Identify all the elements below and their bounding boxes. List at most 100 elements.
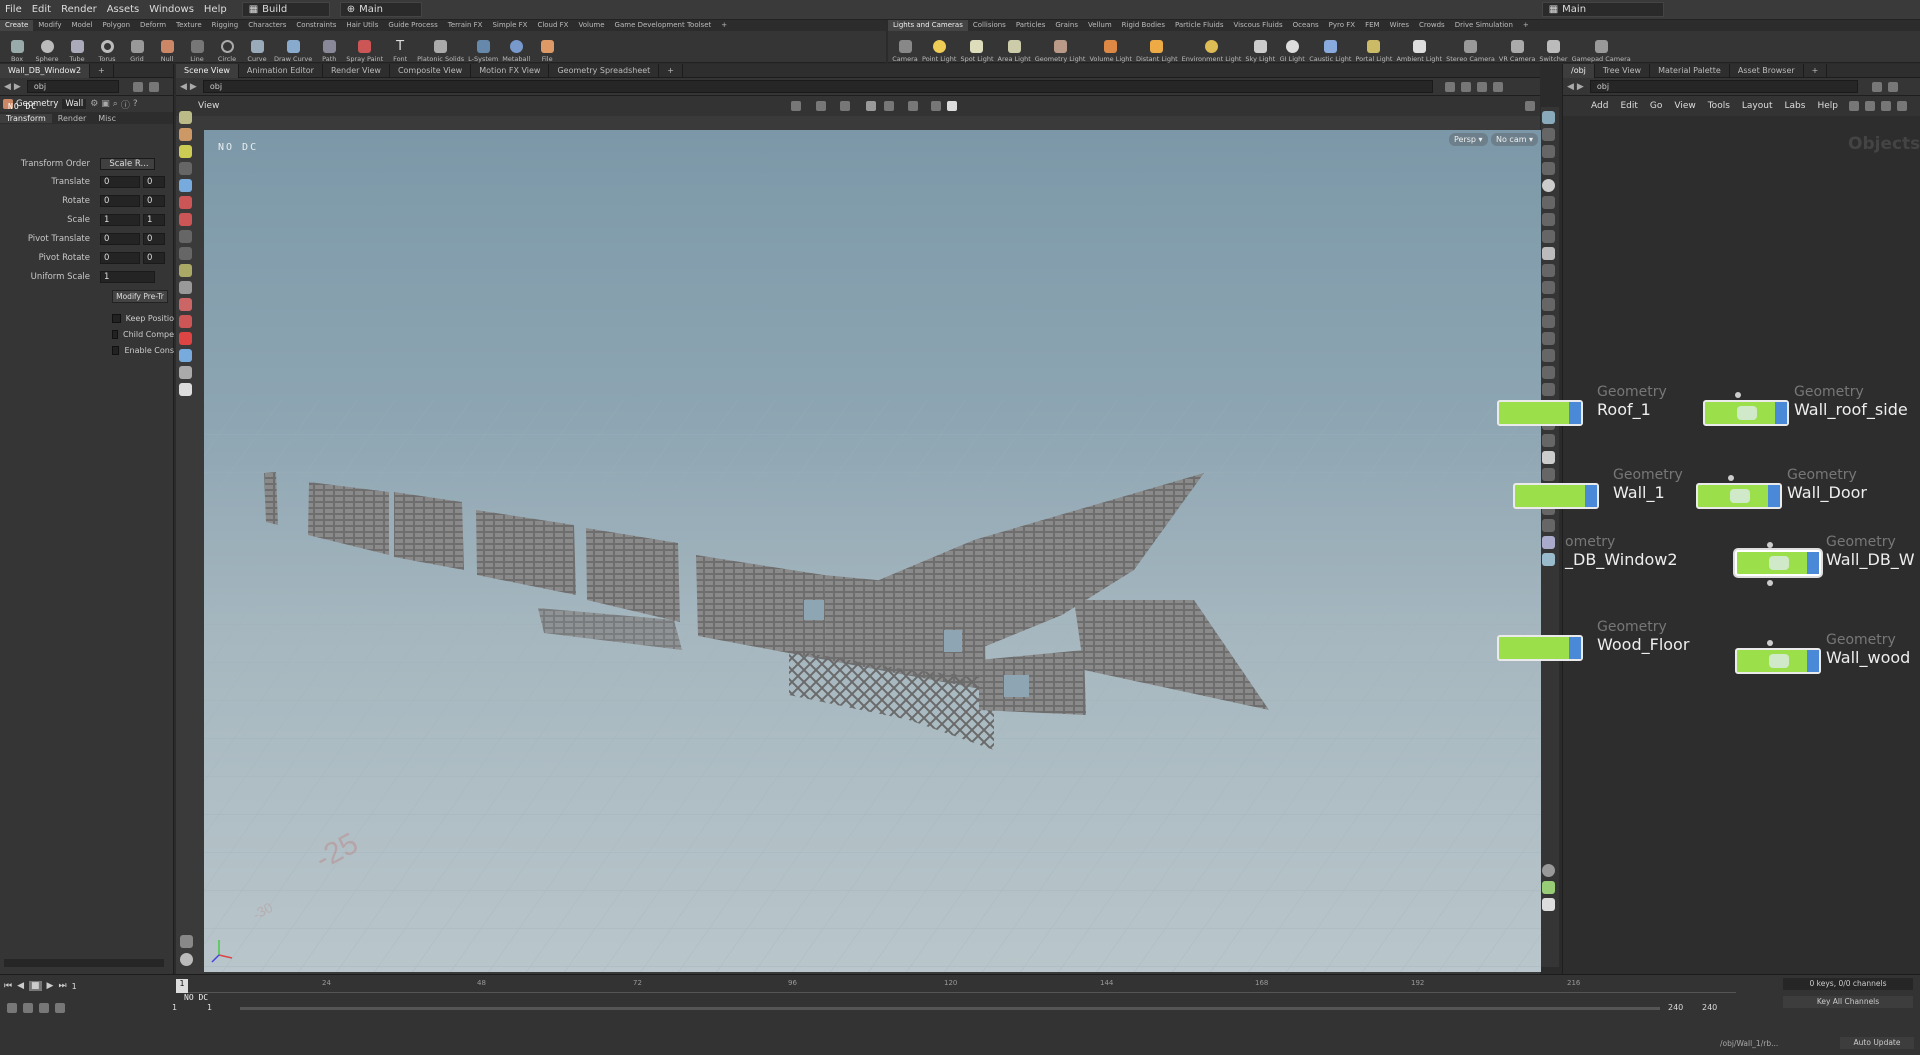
shelf-tab-particles[interactable]: Particles (1011, 20, 1051, 31)
checkbox[interactable] (112, 330, 118, 339)
pin2-icon[interactable] (1542, 434, 1555, 447)
right-context-selector[interactable]: ▦ Main (1541, 2, 1664, 17)
loop-icon[interactable] (39, 1003, 49, 1013)
tool-circle[interactable]: Circle (214, 40, 240, 63)
add-pane-tab-icon[interactable]: + (90, 63, 114, 78)
menu-edit[interactable]: Edit (27, 4, 56, 15)
network-menu-add[interactable]: Add (1591, 101, 1608, 111)
display-options-icon[interactable] (1542, 111, 1555, 124)
point-display-icon[interactable] (1542, 196, 1555, 209)
add-shelf-tab-icon[interactable]: + (716, 20, 732, 31)
current-frame-field[interactable]: 1 (72, 982, 77, 991)
scene-viewport[interactable]: -25 -30 NO DC Persp ▾ No cam ▾ (204, 130, 1541, 972)
paint-icon[interactable] (179, 196, 192, 209)
bottom-tool-icon[interactable] (180, 935, 193, 948)
translate-x-field[interactable]: 0 (100, 175, 140, 188)
select-tool-icon[interactable] (179, 111, 192, 124)
tool-portal-light[interactable]: Portal Light (1355, 40, 1392, 63)
shelf-tab-viscous-fluids[interactable]: Viscous Fluids (1229, 20, 1288, 31)
tab-composite-view[interactable]: Composite View (390, 63, 472, 78)
network-menu-view[interactable]: View (1674, 101, 1695, 111)
translate-y-field[interactable]: 0 (143, 175, 165, 188)
subtab-misc[interactable]: Misc (92, 114, 122, 123)
shelf-tab-polygon[interactable]: Polygon (98, 20, 136, 31)
context-selector[interactable]: ⊕ Main (339, 2, 422, 17)
shelf-tab-texture[interactable]: Texture (171, 20, 207, 31)
link-icon[interactable] (1887, 81, 1898, 92)
network-menu-labs[interactable]: Labs (1785, 101, 1806, 111)
dot-icon[interactable] (1542, 315, 1555, 328)
save-icon[interactable]: ▣ (101, 99, 110, 109)
subtab-render[interactable]: Render (52, 114, 92, 123)
uniform-scale-field[interactable]: 1 (100, 270, 155, 283)
tab-tree-view[interactable]: Tree View (1595, 63, 1651, 78)
shelf-tab-cloud-fx[interactable]: Cloud FX (532, 20, 573, 31)
tool-tube[interactable]: Tube (64, 40, 90, 63)
stop-icon[interactable]: ■ (29, 981, 42, 991)
single-view-icon[interactable] (1542, 898, 1555, 911)
check-keep-position[interactable]: Keep Positio (0, 311, 174, 326)
link-icon[interactable] (1460, 81, 1471, 92)
bottom-tool2-icon[interactable] (180, 953, 193, 966)
tool-file[interactable]: File (534, 40, 560, 63)
checkbox[interactable] (112, 314, 121, 323)
shield-icon[interactable] (1542, 553, 1555, 566)
shelf-tab-lights-cameras[interactable]: Lights and Cameras (888, 20, 968, 31)
tool-vr-camera[interactable]: VR Camera (1499, 40, 1535, 63)
record2-icon[interactable] (1542, 519, 1555, 532)
brush-icon[interactable] (179, 230, 192, 243)
cube-icon[interactable] (1542, 451, 1555, 464)
key-all-channels-button[interactable]: Key All Channels (1783, 996, 1913, 1008)
tool-line[interactable]: Line (184, 40, 210, 63)
forward-arrow-icon[interactable]: ▶ (1577, 82, 1584, 92)
menu-windows[interactable]: Windows (144, 4, 199, 15)
network-menu-go[interactable]: Go (1650, 101, 1662, 111)
network-menu-tools[interactable]: Tools (1708, 101, 1730, 111)
quad-view-icon[interactable] (1542, 881, 1555, 894)
forward-arrow-icon[interactable]: ▶ (14, 82, 21, 92)
forward-arrow-icon[interactable]: ▶ (190, 82, 197, 92)
search-icon[interactable]: ⌕ (113, 99, 118, 109)
checkbox[interactable] (112, 346, 120, 355)
primitive-icon[interactable] (1542, 264, 1555, 277)
tab-animation-editor[interactable]: Animation Editor (239, 63, 323, 78)
jump-end-icon[interactable]: ⏭ (58, 981, 66, 991)
shelf-tab-model[interactable]: Model (66, 20, 97, 31)
param-tab[interactable]: Wall_DB_Window2 (0, 63, 91, 78)
rotate-y-field[interactable]: 0 (143, 194, 165, 207)
tool-spot-light[interactable]: Spot Light (960, 40, 994, 63)
menu-render[interactable]: Render (56, 4, 102, 15)
shelf-tab-guide-process[interactable]: Guide Process (383, 20, 442, 31)
lock-icon[interactable] (179, 179, 192, 192)
camera-link-icon[interactable] (1492, 81, 1503, 92)
grid-toggle-icon[interactable] (1542, 247, 1555, 260)
uv-icon[interactable] (1542, 281, 1555, 294)
tab-motion-fx-view[interactable]: Motion FX View (471, 63, 550, 78)
tab-obj[interactable]: /obj (1563, 63, 1595, 78)
network-path-field[interactable]: obj (1589, 80, 1858, 93)
desktop-selector[interactable]: ▦ Build (241, 2, 330, 17)
tab-geometry-spreadsheet[interactable]: Geometry Spreadsheet (549, 63, 660, 78)
list-icon[interactable] (1880, 101, 1891, 111)
clock-icon[interactable] (55, 1003, 65, 1013)
help-icon[interactable]: ? (133, 99, 138, 109)
tool-stereo-camera[interactable]: Stereo Camera (1446, 40, 1495, 63)
shelf-tab-fem[interactable]: FEM (1360, 20, 1385, 31)
step-back-icon[interactable]: ◀ (17, 981, 24, 991)
camera-view-icon[interactable] (1542, 536, 1555, 549)
shelf-tab-modify[interactable]: Modify (33, 20, 66, 31)
measure-icon[interactable] (1542, 349, 1555, 362)
network-menu-help[interactable]: Help (1817, 101, 1838, 111)
camera-menu[interactable]: No cam ▾ (1491, 133, 1539, 146)
cloud-icon[interactable] (1542, 383, 1555, 396)
layout-icon[interactable] (1476, 81, 1487, 92)
vertex-icon[interactable] (1542, 230, 1555, 243)
shelf-tab-collisions[interactable]: Collisions (968, 20, 1011, 31)
param-scrollbar[interactable] (4, 959, 164, 967)
pivot-rotate-y-field[interactable]: 0 (143, 251, 165, 264)
playback-end-field[interactable]: 240 (1668, 1003, 1683, 1012)
shelf-tab-wires[interactable]: Wires (1385, 20, 1414, 31)
shelf-tab-rigid-bodies[interactable]: Rigid Bodies (1117, 20, 1170, 31)
tool-path[interactable]: Path (316, 40, 342, 63)
tab-asset-browser[interactable]: Asset Browser (1730, 63, 1804, 78)
